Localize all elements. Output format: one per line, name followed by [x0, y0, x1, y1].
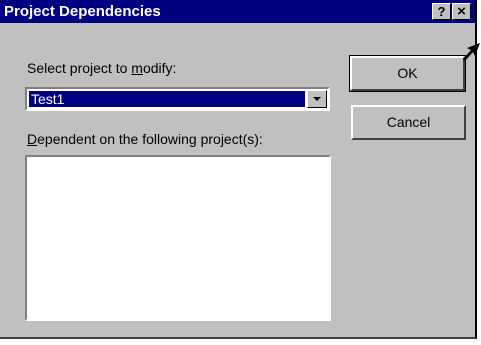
chevron-down-icon	[313, 97, 321, 101]
select-project-value: Test1	[29, 91, 305, 107]
dropdown-button[interactable]	[307, 90, 327, 108]
help-button[interactable]: ?	[432, 3, 451, 20]
project-dependencies-dialog: Project Dependencies ? × Select project …	[0, 0, 477, 339]
cancel-button[interactable]: Cancel	[351, 105, 466, 140]
select-project-label: Select project to modify:	[27, 60, 177, 76]
dependent-projects-label: Dependent on the following project(s):	[27, 131, 263, 147]
mouse-pointer-icon	[463, 43, 480, 61]
select-project-combobox[interactable]: Test1	[25, 87, 330, 111]
close-button[interactable]: ×	[452, 3, 471, 20]
dependent-projects-list[interactable]	[25, 155, 331, 321]
ok-button[interactable]: OK	[349, 55, 466, 92]
title-bar[interactable]: Project Dependencies ? ×	[0, 0, 475, 23]
dialog-title: Project Dependencies	[4, 3, 161, 20]
